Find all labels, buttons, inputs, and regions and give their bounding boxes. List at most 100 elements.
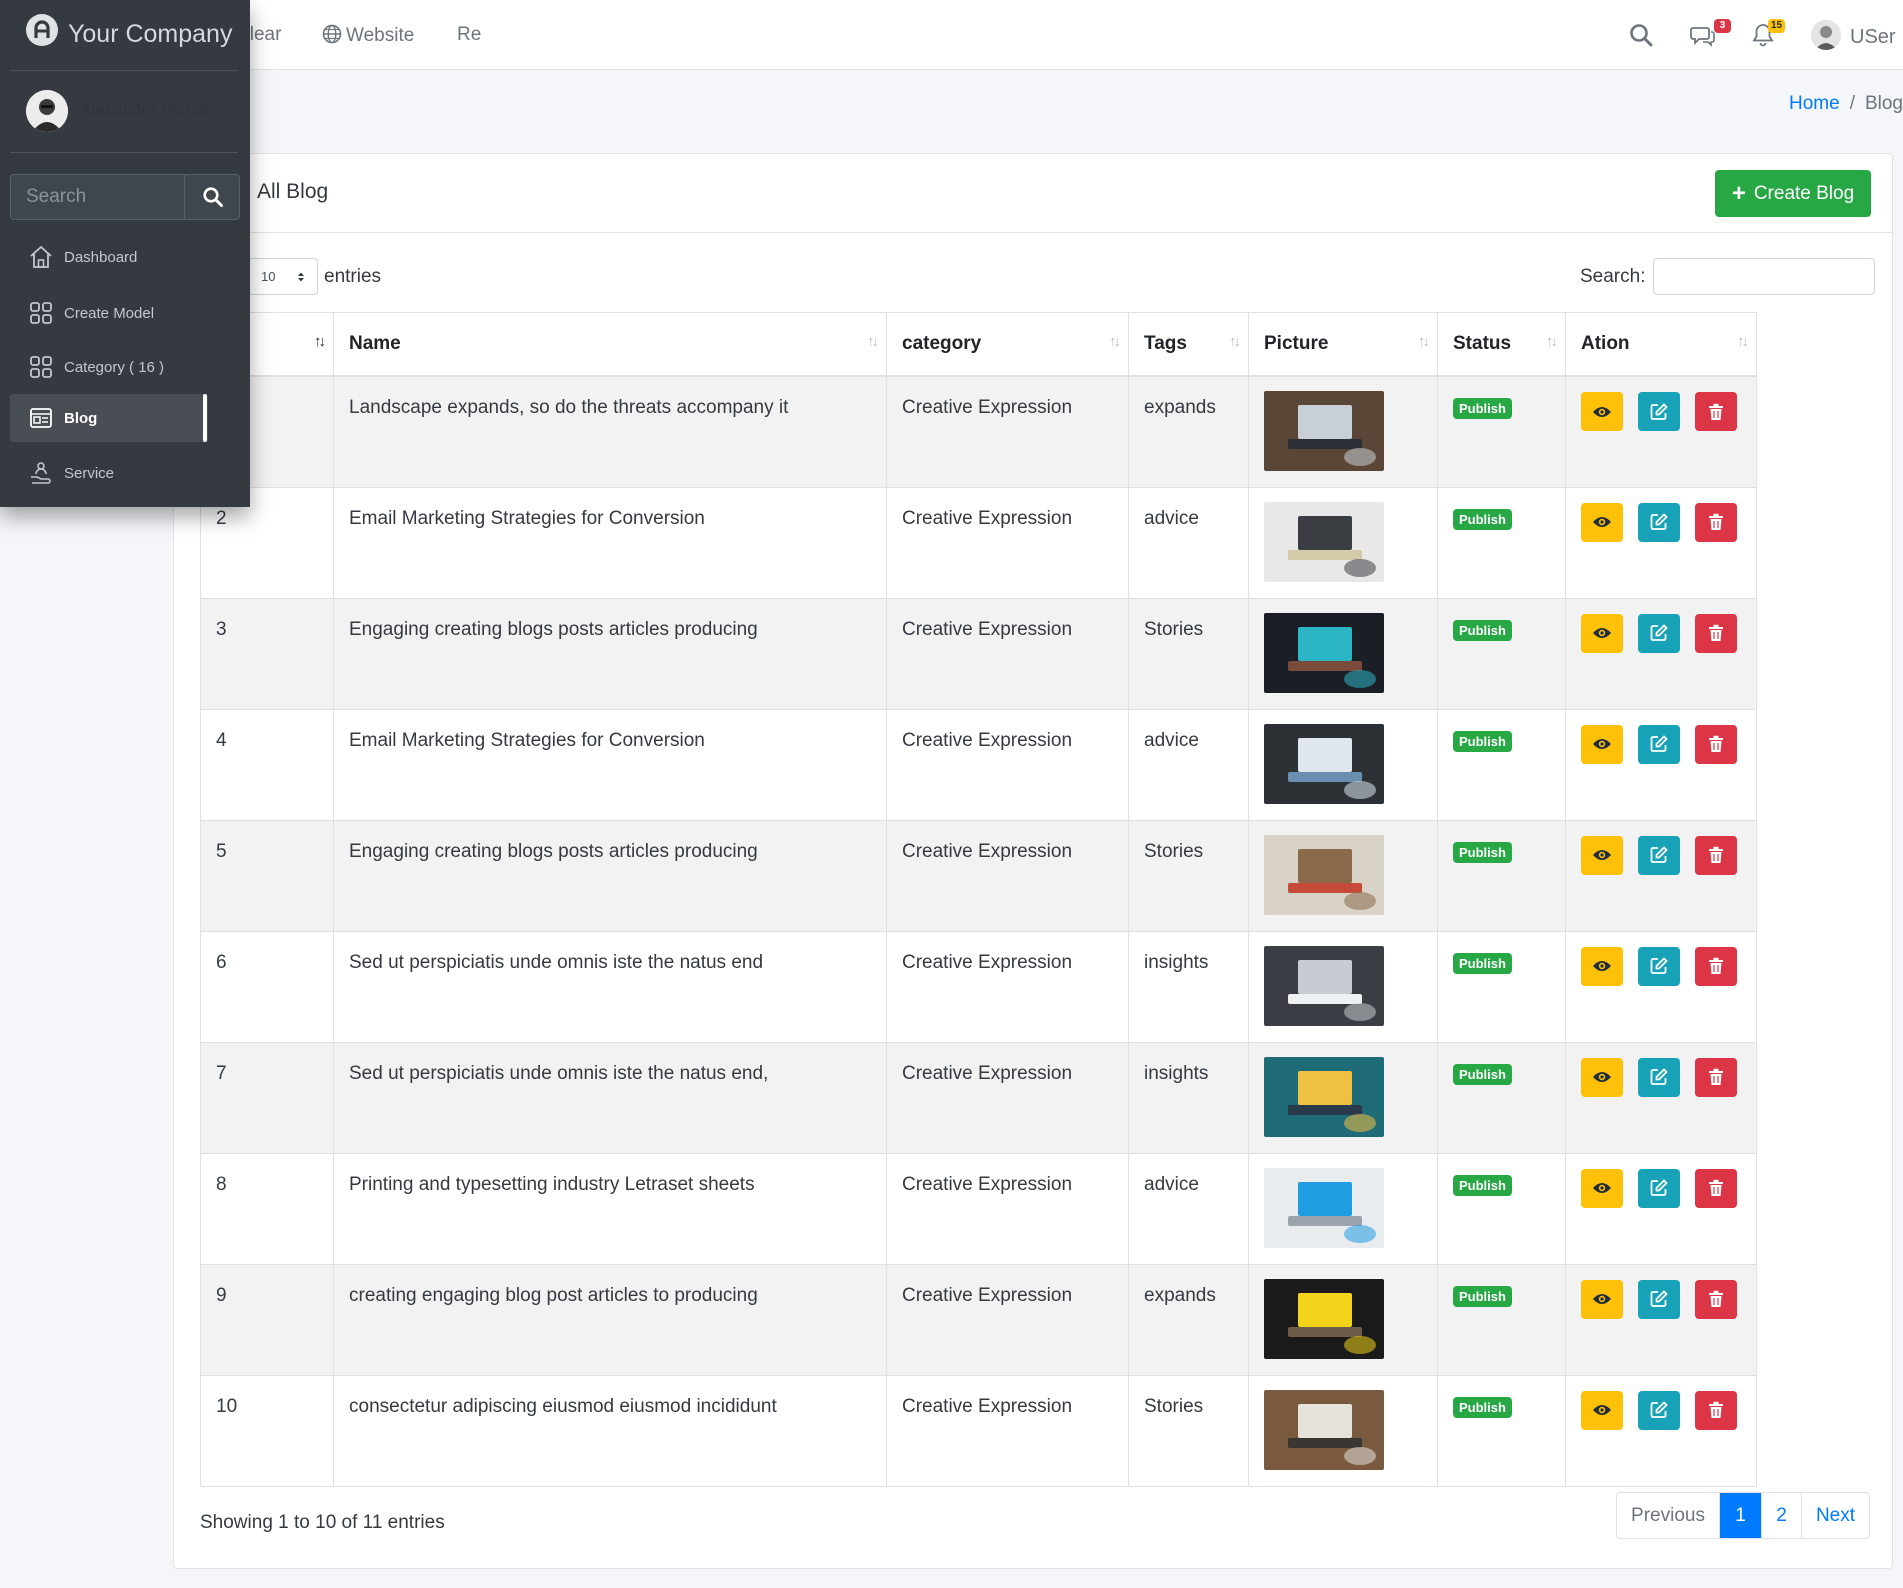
blog-thumbnail[interactable] (1264, 1167, 1384, 1248)
search-icon[interactable] (1628, 22, 1654, 48)
edit-button[interactable] (1638, 724, 1680, 764)
edit-button[interactable] (1638, 1279, 1680, 1319)
cell-no: 4 (200, 708, 334, 821)
view-button[interactable] (1581, 1168, 1623, 1208)
blog-thumbnail[interactable] (1264, 612, 1384, 693)
blog-thumbnail[interactable] (1264, 1278, 1384, 1359)
sidebar-item-service[interactable]: Service (10, 449, 208, 497)
delete-button[interactable] (1695, 1168, 1737, 1208)
sidebar-item-blog[interactable]: Blog (10, 394, 208, 442)
sidebar-item-create-model[interactable]: Create Model (10, 289, 208, 337)
column-header-status[interactable]: Status ↑↓ (1437, 312, 1566, 377)
cell-status: Publish (1437, 1041, 1566, 1154)
cell-name: Landscape expands, so do the threats acc… (333, 375, 887, 488)
cell-tags: advice (1128, 486, 1249, 599)
delete-button[interactable] (1695, 502, 1737, 542)
blog-thumbnail[interactable] (1264, 391, 1384, 471)
delete-button[interactable] (1695, 724, 1737, 764)
edit-button[interactable] (1638, 392, 1680, 431)
view-button[interactable] (1581, 392, 1623, 431)
delete-button[interactable] (1695, 1390, 1737, 1430)
cell-action (1565, 1152, 1757, 1265)
edit-button[interactable] (1638, 946, 1680, 986)
delete-button[interactable] (1695, 392, 1737, 431)
nav-link-website[interactable]: Website (322, 24, 414, 47)
sidebar-user-name[interactable]: Alexander Pierce (80, 100, 209, 120)
cell-tags: Stories (1128, 597, 1249, 710)
sidebar-search-button[interactable] (184, 175, 240, 219)
table-info: Showing 1 to 10 of 11 entries (200, 1512, 445, 1533)
edit-button[interactable] (1638, 1057, 1680, 1097)
column-header-category[interactable]: category ↑↓ (886, 312, 1129, 377)
sidebar-item-label: Category ( 16 ) (64, 358, 165, 376)
user-avatar[interactable] (1811, 20, 1841, 50)
column-header-action[interactable]: Ation ↑↓ (1565, 312, 1757, 377)
status-badge: Publish (1453, 841, 1512, 863)
pagination-page-2[interactable]: 2 (1761, 1493, 1801, 1538)
delete-button[interactable] (1695, 1057, 1737, 1097)
view-button[interactable] (1581, 1390, 1623, 1430)
sidebar-item-category[interactable]: Category ( 16 ) (10, 343, 208, 391)
sidebar-item-dashboard[interactable]: Dashboard (10, 233, 208, 281)
edit-button[interactable] (1638, 613, 1680, 653)
delete-button[interactable] (1695, 835, 1737, 875)
pagination-previous[interactable]: Previous (1617, 1493, 1719, 1538)
trash-icon (1709, 403, 1723, 420)
edit-icon (1650, 402, 1668, 420)
user-avatar-image (1811, 20, 1841, 50)
blog-thumbnail[interactable] (1264, 1056, 1384, 1137)
blog-thumbnail[interactable] (1264, 1389, 1384, 1470)
blog-thumbnail[interactable] (1264, 834, 1384, 915)
edit-button[interactable] (1638, 835, 1680, 875)
sidebar-divider (10, 152, 238, 153)
delete-button[interactable] (1695, 613, 1737, 653)
grid-icon (30, 302, 52, 324)
status-badge: Publish (1453, 1174, 1512, 1196)
table-row: 10 consectetur adipiscing eiusmod eiusmod… (200, 1374, 1757, 1487)
home-icon (30, 246, 52, 268)
blog-thumbnail[interactable] (1264, 723, 1384, 804)
blog-thumbnail[interactable] (1264, 501, 1384, 582)
breadcrumb-home[interactable]: Home (1789, 93, 1840, 114)
sidebar-user-avatar[interactable] (26, 90, 68, 132)
nav-link-re[interactable]: Re (457, 24, 481, 46)
table-row: 9 creating engaging blog post articles to… (200, 1263, 1757, 1376)
column-header-tags[interactable]: Tags ↑↓ (1128, 312, 1249, 377)
brand-text: Your Company (68, 20, 233, 48)
edit-icon (1650, 1068, 1668, 1085)
delete-button[interactable] (1695, 1279, 1737, 1319)
column-header-name[interactable]: Name ↑↓ (333, 312, 887, 377)
cell-category: Creative Expression (886, 708, 1129, 821)
cell-category: Creative Expression (886, 819, 1129, 932)
view-button[interactable] (1581, 502, 1623, 542)
brand-logo (26, 14, 58, 46)
cell-status: Publish (1437, 375, 1566, 488)
delete-button[interactable] (1695, 946, 1737, 986)
table-row: 8 Printing and typesetting industry Letra… (200, 1152, 1757, 1265)
select-caret-icon (298, 272, 304, 281)
edit-button[interactable] (1638, 1390, 1680, 1430)
sort-icon: ↑↓ (867, 333, 879, 350)
view-button[interactable] (1581, 1057, 1623, 1097)
table-search-input[interactable] (1653, 258, 1876, 295)
pagination-page-1[interactable]: 1 (1719, 1493, 1761, 1538)
view-button[interactable] (1581, 1279, 1623, 1319)
edit-button[interactable] (1638, 1168, 1680, 1208)
blog-thumbnail[interactable] (1264, 945, 1384, 1026)
view-button[interactable] (1581, 946, 1623, 986)
create-blog-button[interactable]: + Create Blog (1715, 170, 1871, 217)
cell-action (1565, 597, 1757, 710)
view-button[interactable] (1581, 835, 1623, 875)
comments-icon[interactable] (1690, 22, 1716, 48)
edit-button[interactable] (1638, 502, 1680, 542)
cell-tags: Stories (1128, 1374, 1249, 1487)
table-search-label: Search: (1580, 265, 1646, 287)
column-header-picture[interactable]: Picture ↑↓ (1248, 312, 1438, 377)
sidebar-search-input[interactable] (11, 175, 183, 219)
view-button[interactable] (1581, 724, 1623, 764)
pagination-next[interactable]: Next (1801, 1493, 1869, 1538)
user-menu-label[interactable]: USer (1850, 26, 1896, 49)
view-button[interactable] (1581, 613, 1623, 653)
cell-category: Creative Expression (886, 486, 1129, 599)
entries-length-select[interactable]: 10 (248, 258, 318, 295)
